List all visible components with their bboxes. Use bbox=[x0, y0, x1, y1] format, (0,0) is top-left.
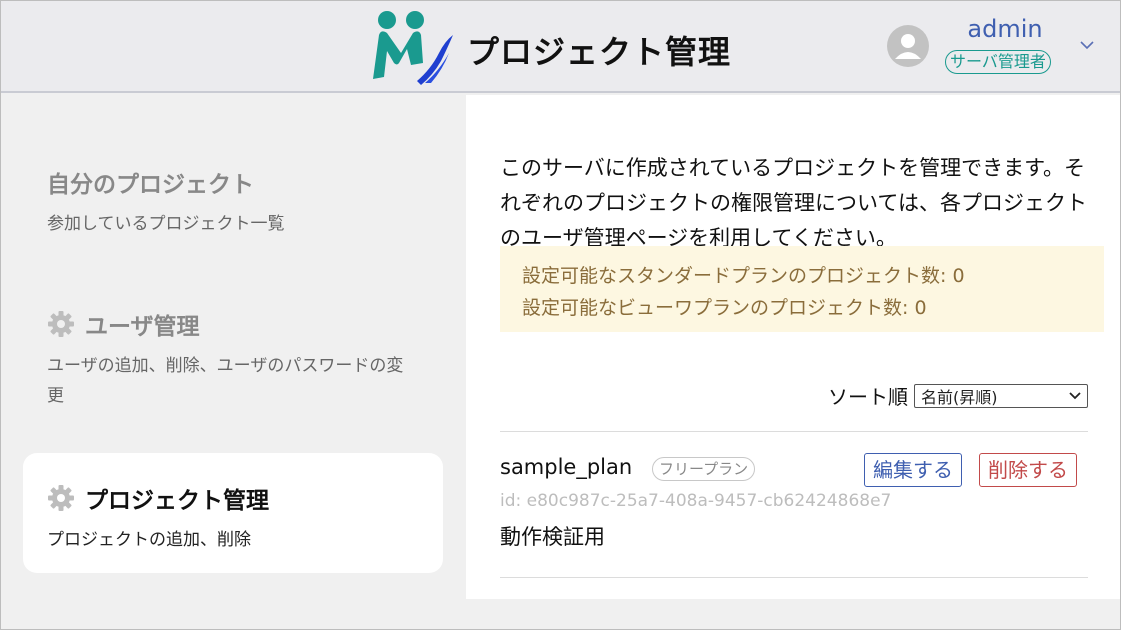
chevron-down-icon bbox=[1069, 391, 1081, 399]
sidebar-item-title: プロジェクト管理 bbox=[85, 488, 269, 514]
sidebar-item-title: ユーザ管理 bbox=[85, 314, 200, 340]
sidebar-item-user-management[interactable]: ユーザ管理 ユーザの追加、削除、ユーザのパスワードの変更 bbox=[23, 307, 443, 411]
sort-label: ソート順 bbox=[828, 385, 908, 409]
app-title: プロジェクト管理 bbox=[467, 33, 732, 71]
chevron-down-icon[interactable] bbox=[1079, 39, 1095, 51]
sort-select[interactable]: 名前(昇順) bbox=[914, 383, 1088, 408]
plan-notice: 設定可能なスタンダードプランのプロジェクト数: 0 設定可能なビューワプランのプ… bbox=[500, 246, 1104, 332]
role-badge: サーバ管理者 bbox=[945, 50, 1051, 74]
divider bbox=[500, 577, 1088, 578]
user-avatar-icon[interactable] bbox=[887, 25, 929, 67]
delete-button[interactable]: 削除する bbox=[979, 453, 1077, 487]
sidebar-item-desc: ユーザの追加、削除、ユーザのパスワードの変更 bbox=[47, 356, 404, 406]
gear-icon bbox=[48, 485, 74, 511]
plan-badge: フリープラン bbox=[652, 457, 756, 481]
footer-strip bbox=[1, 599, 1120, 629]
sidebar-item-desc: 参加しているプロジェクト一覧 bbox=[47, 214, 285, 234]
sidebar-item-title: 自分のプロジェクト bbox=[47, 172, 254, 198]
main-panel: このサーバに作成されているプロジェクトを管理できます。それぞれのプロジェクトの権… bbox=[466, 95, 1120, 599]
sidebar-item-my-projects[interactable]: 自分のプロジェクト 参加しているプロジェクト一覧 bbox=[23, 165, 443, 239]
project-id: id: e80c987c-25a7-408a-9457-cb62424868e7 bbox=[500, 491, 892, 511]
app-header: プロジェクト管理 admin サーバ管理者 bbox=[1, 1, 1120, 93]
sidebar-item-project-management[interactable]: プロジェクト管理 プロジェクトの追加、削除 bbox=[23, 453, 443, 573]
project-name: sample_plan bbox=[500, 455, 633, 479]
gear-icon bbox=[48, 311, 74, 337]
sidebar: 自分のプロジェクト 参加しているプロジェクト一覧 ユーザ管理 ユーザの追加、削除… bbox=[1, 95, 466, 599]
edit-button[interactable]: 編集する bbox=[864, 453, 962, 487]
sidebar-item-desc: プロジェクトの追加、削除 bbox=[47, 530, 251, 550]
project-card: sample_plan フリープラン 編集する 削除する id: e80c987… bbox=[500, 451, 1088, 561]
viewer-plan-count: 設定可能なビューワプランのプロジェクト数: 0 bbox=[522, 297, 927, 319]
sort-selected-value: 名前(昇順) bbox=[921, 387, 998, 407]
intro-text: このサーバに作成されているプロジェクトを管理できます。それぞれのプロジェクトの権… bbox=[500, 156, 1087, 250]
app-logo-icon[interactable] bbox=[367, 9, 463, 89]
standard-plan-count: 設定可能なスタンダードプランのプロジェクト数: 0 bbox=[522, 265, 965, 287]
sort-row: ソート順 名前(昇順) bbox=[500, 381, 1088, 410]
project-description: 動作検証用 bbox=[500, 525, 605, 549]
divider bbox=[500, 431, 1088, 432]
user-name[interactable]: admin bbox=[945, 15, 1065, 43]
